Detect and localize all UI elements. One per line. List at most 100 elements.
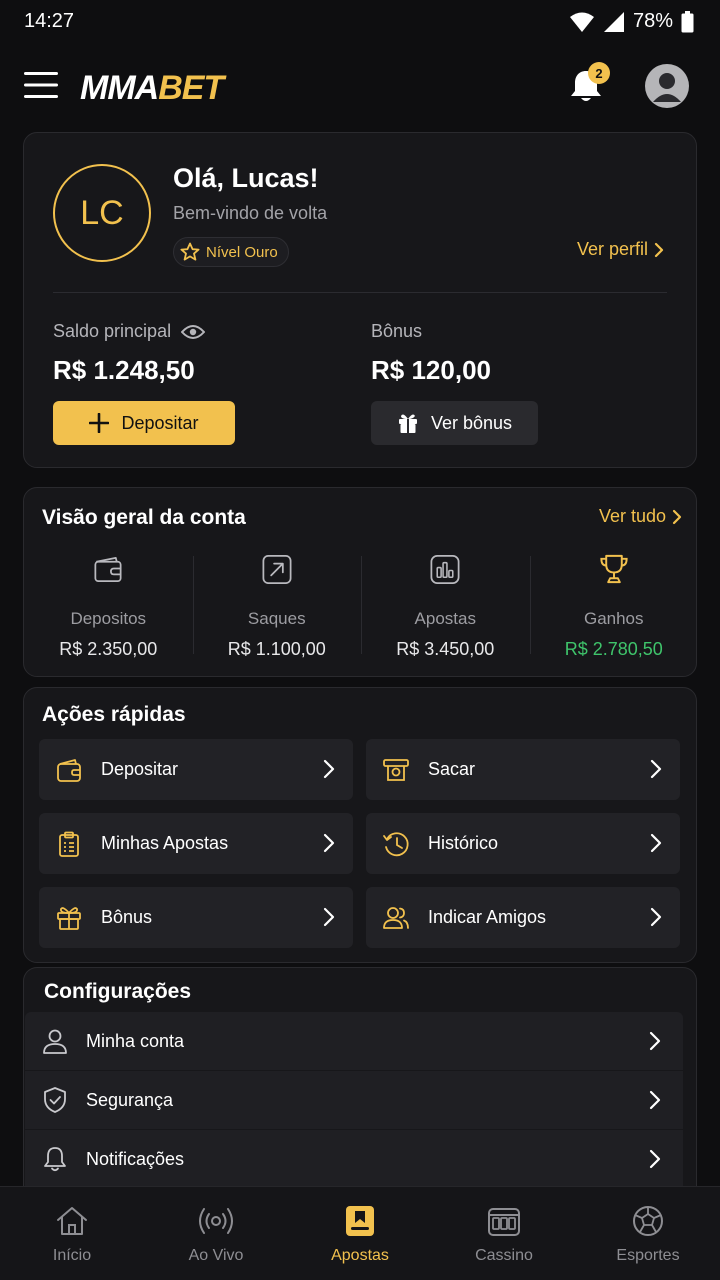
status-time: 14:27 — [24, 10, 75, 32]
nav-label: Esportes — [616, 1247, 680, 1264]
quick-actions-grid: Depositar Sacar Minhas Apostas Histórico… — [39, 739, 682, 948]
settings-item-notifications[interactable]: Notificações — [25, 1130, 683, 1188]
nav-item-home[interactable]: Início — [0, 1187, 144, 1280]
stat-deposits[interactable]: Depositos R$ 2.350,00 — [24, 550, 193, 660]
quick-actions-title: Ações rápidas — [42, 703, 186, 726]
avatar[interactable] — [645, 64, 689, 108]
logo-text-bet: BET — [158, 68, 224, 107]
quick-action-label: Bônus — [101, 907, 153, 927]
nav-item-casino[interactable]: Cassino — [432, 1187, 576, 1280]
bottom-navigation: Início Ao Vivo Apostas Cassino Esportes — [0, 1186, 720, 1280]
view-bonus-label: Ver bônus — [430, 412, 513, 433]
nav-item-sports[interactable]: Esportes — [576, 1187, 720, 1280]
mmabet-logo[interactable]: MMA BET — [80, 64, 224, 112]
greeting: Olá, Lucas! — [173, 163, 319, 193]
nav-label: Ao Vivo — [188, 1247, 244, 1264]
stat-withdrawals[interactable]: Saques R$ 1.100,00 — [192, 550, 362, 660]
settings-item-label: Notificações — [86, 1148, 185, 1169]
bonus-balance-label: Bônus — [371, 321, 422, 342]
bonus-balance-value: R$ 120,00 — [371, 355, 491, 385]
quick-action-deposit[interactable]: Depositar — [39, 739, 353, 800]
account-overview-card: Visão geral da conta Ver tudo Depositos … — [23, 487, 697, 677]
settings-item-security[interactable]: Segurança — [25, 1071, 683, 1129]
chevron-right-icon — [650, 907, 662, 927]
bar-chart-icon — [430, 555, 460, 584]
see-all-label: Ver tudo — [598, 506, 666, 526]
level-label: Nível Ouro — [206, 243, 278, 261]
chevron-right-icon — [650, 759, 662, 779]
slot-machine-icon — [488, 1208, 520, 1236]
settings-title: Configurações — [44, 980, 192, 1003]
stat-bets[interactable]: Apostas R$ 3.450,00 — [361, 550, 530, 660]
status-bar: 14:27 78% — [0, 0, 720, 44]
quick-action-invite-friends[interactable]: Indicar Amigos — [366, 887, 680, 948]
stat-value: R$ 1.100,00 — [227, 639, 326, 659]
view-profile-link[interactable]: Ver perfil — [577, 239, 664, 260]
live-icon — [199, 1208, 233, 1234]
quick-action-label: Depositar — [101, 759, 179, 779]
plus-icon — [89, 413, 110, 433]
gift-icon — [57, 906, 81, 930]
wallet-icon — [94, 556, 122, 583]
deposit-button[interactable]: Depositar — [53, 401, 235, 445]
stat-value: R$ 2.350,00 — [59, 639, 158, 659]
settings-item-label: Segurança — [86, 1089, 174, 1110]
stat-value: R$ 3.450,00 — [396, 639, 495, 659]
see-all-link[interactable]: Ver tudo — [599, 506, 682, 527]
view-bonus-button[interactable]: Ver bônus — [371, 401, 538, 445]
signal-icon — [603, 11, 624, 32]
nav-item-live[interactable]: Ao Vivo — [144, 1187, 288, 1280]
chevron-right-icon — [649, 1031, 661, 1051]
users-icon — [383, 906, 409, 929]
quick-action-label: Sacar — [428, 759, 476, 779]
quick-action-my-bets[interactable]: Minhas Apostas — [39, 813, 353, 874]
settings-item-label: Minha conta — [86, 1030, 185, 1051]
profile-card: LC Olá, Lucas! Bem-vindo de volta Nível … — [23, 132, 697, 468]
quick-action-bonus[interactable]: Bônus — [39, 887, 353, 948]
shield-icon — [44, 1087, 66, 1113]
chevron-right-icon — [323, 833, 335, 853]
main-balance-value: R$ 1.248,50 — [53, 355, 195, 385]
chevron-right-icon — [323, 907, 335, 927]
home-icon — [57, 1207, 87, 1235]
chevron-right-icon — [649, 1149, 661, 1169]
quick-action-history[interactable]: Histórico — [366, 813, 680, 874]
quick-actions-card: Ações rápidas Depositar Sacar Minhas Apo… — [23, 687, 697, 963]
trophy-icon — [600, 554, 628, 584]
user-initials-avatar: LC — [53, 164, 151, 262]
level-badge: Nível Ouro — [173, 237, 289, 267]
soccer-ball-icon — [633, 1206, 663, 1236]
nav-label: Início — [52, 1247, 92, 1264]
overview-title: Visão geral da conta — [42, 506, 246, 529]
settings-item-my-account[interactable]: Minha conta — [25, 1012, 683, 1070]
hamburger-menu-icon — [24, 72, 58, 98]
deposit-button-label: Depositar — [121, 412, 199, 433]
star-icon — [180, 242, 200, 261]
stat-winnings[interactable]: Ganhos R$ 2.780,50 — [529, 550, 699, 660]
logo-text-mma: MMA — [80, 68, 159, 107]
settings-list: Minha conta Segurança Notificações — [25, 1012, 683, 1189]
battery-icon — [681, 10, 694, 32]
battery-percent: 78% — [632, 10, 673, 32]
menu-button[interactable] — [24, 70, 60, 102]
chevron-right-icon — [654, 242, 664, 257]
stat-label: Ganhos — [583, 609, 644, 628]
chevron-right-icon — [650, 833, 662, 853]
stat-label: Saques — [247, 609, 306, 628]
nav-label: Apostas — [331, 1247, 389, 1264]
nav-item-bets[interactable]: Apostas — [288, 1187, 432, 1280]
user-icon — [43, 1029, 67, 1054]
status-icons: 78% — [569, 10, 694, 33]
bets-icon — [346, 1206, 374, 1236]
stat-label: Depositos — [70, 609, 147, 628]
quick-action-label: Minhas Apostas — [101, 833, 229, 853]
eye-icon[interactable] — [181, 324, 206, 340]
cash-out-icon — [383, 758, 409, 781]
withdraw-arrow-icon — [262, 555, 292, 584]
chevron-right-icon — [672, 509, 682, 524]
nav-label: Cassino — [475, 1247, 533, 1264]
wallet-icon — [57, 758, 81, 782]
main-balance-label-text: Saldo principal — [53, 321, 172, 341]
quick-action-withdraw[interactable]: Sacar — [366, 739, 680, 800]
bell-icon — [44, 1147, 66, 1172]
